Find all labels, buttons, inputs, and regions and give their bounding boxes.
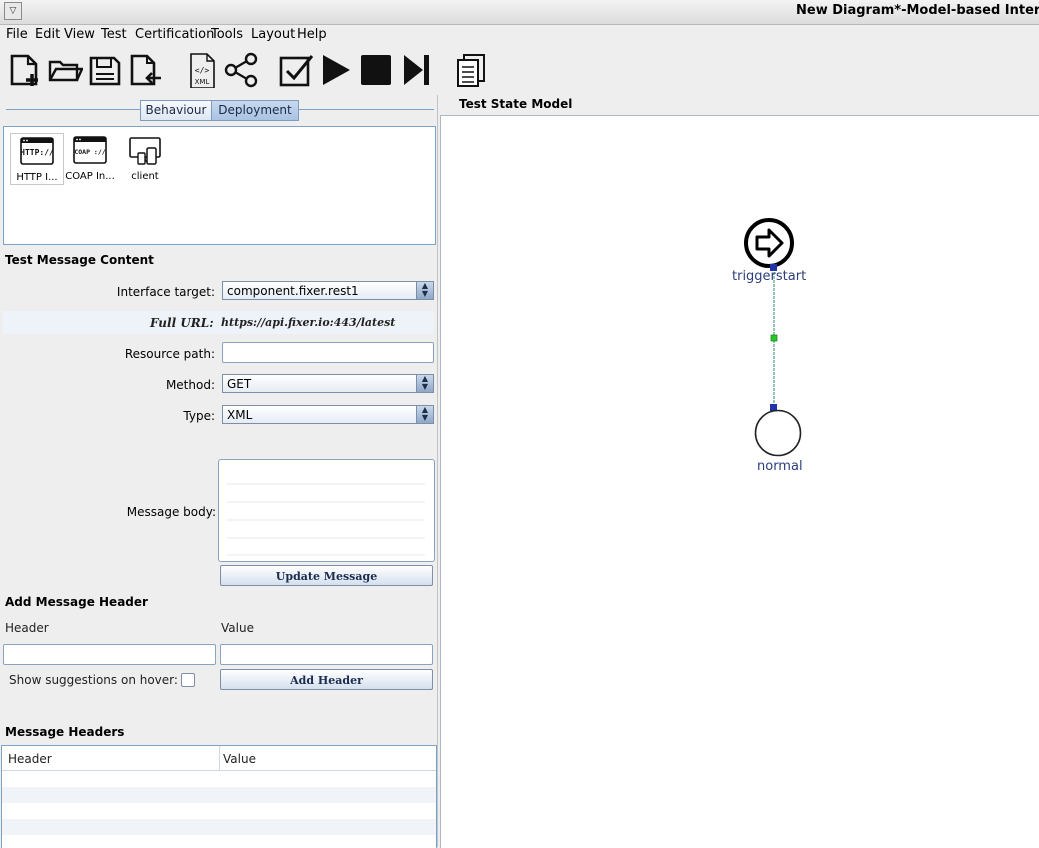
show-suggestions-label: Show suggestions on hover: [9, 673, 178, 687]
method-value: GET [227, 377, 252, 391]
show-suggestions-checkbox[interactable] [181, 673, 195, 687]
resource-path-label: Resource path: [124, 347, 215, 361]
http-browser-icon: HTTP:// [20, 136, 54, 168]
interface-target-value: component.fixer.rest1 [227, 284, 359, 298]
component-palette: HTTP:// HTTP I... COAP :// COAP In... cl… [3, 126, 436, 245]
header-name-input[interactable] [3, 644, 216, 665]
method-label: Method: [165, 378, 215, 392]
menu-tools[interactable]: Tools [211, 27, 243, 42]
menu-file[interactable]: File [6, 27, 28, 42]
svg-text:HTTP://: HTTP:// [20, 148, 54, 157]
section-add-message-header: Add Message Header [5, 595, 148, 609]
step-forward-icon[interactable] [399, 52, 435, 88]
edge-midpoint-handle [770, 334, 778, 342]
title-bar: ▽ New Diagram*-Model-based Interopera [0, 0, 1039, 25]
header-value-input[interactable] [220, 644, 433, 665]
update-message-button[interactable]: Update Message [220, 565, 433, 586]
coap-browser-icon: COAP :// [73, 135, 107, 167]
table-column-value[interactable]: Value [223, 752, 256, 766]
client-devices-icon [128, 135, 162, 167]
copy-report-icon[interactable] [453, 52, 489, 88]
node-label-triggerstart[interactable]: triggerstart [732, 269, 806, 284]
normal-end-node [754, 409, 802, 457]
palette-item-label: HTTP I... [16, 172, 58, 183]
menu-test[interactable]: Test [101, 27, 127, 42]
tab-behaviour[interactable]: Behaviour [140, 100, 212, 121]
full-url-label: Full URL: [150, 316, 214, 330]
diagram-title: Test State Model [459, 97, 573, 111]
palette-item-coap-interface[interactable]: COAP :// COAP In... [64, 135, 116, 182]
check-icon[interactable] [278, 52, 314, 88]
node-label-normal[interactable]: normal [757, 459, 803, 474]
message-body-textarea[interactable] [218, 459, 435, 562]
svg-text:COAP ://: COAP :// [74, 148, 105, 156]
column-divider [219, 746, 220, 770]
table-row-stripe [2, 819, 436, 835]
export-icon[interactable] [127, 52, 163, 88]
full-url-value: https://api.fixer.io:443/latest [221, 316, 396, 329]
message-headers-table[interactable]: Header Value [1, 745, 437, 848]
add-header-button[interactable]: Add Header [220, 669, 433, 690]
message-body-label: Message body: [126, 505, 216, 519]
section-message-headers: Message Headers [5, 725, 125, 739]
type-value: XML [227, 408, 253, 422]
toolbar: </> XML [0, 46, 1039, 94]
type-label: Type: [183, 409, 215, 423]
xml-icon[interactable]: </> XML [184, 52, 220, 89]
menu-certification[interactable]: Certification [135, 27, 214, 42]
chevron-updown-icon: ▲ ▼ [416, 282, 433, 299]
header-column-label: Header [5, 621, 49, 635]
palette-item-label: client [131, 171, 159, 182]
window-title: New Diagram*-Model-based Interopera [796, 3, 1039, 18]
interface-target-select[interactable]: component.fixer.rest1 ▲ ▼ [222, 281, 434, 300]
section-test-message-content: Test Message Content [5, 253, 154, 267]
palette-item-client[interactable]: client [119, 135, 171, 182]
share-graph-icon[interactable] [223, 52, 259, 88]
tab-deployment[interactable]: Deployment [211, 100, 299, 121]
palette-item-http-interface[interactable]: HTTP:// HTTP I... [10, 133, 64, 185]
menu-help[interactable]: Help [297, 27, 327, 42]
menu-edit[interactable]: Edit [35, 27, 60, 42]
open-folder-icon[interactable] [47, 52, 84, 88]
state-model-graph [744, 218, 802, 457]
value-column-label: Value [221, 621, 254, 635]
split-pane-divider[interactable] [437, 95, 438, 847]
type-select[interactable]: XML ▲ ▼ [222, 405, 434, 424]
chevron-updown-icon: ▲ ▼ [416, 375, 433, 392]
play-icon[interactable] [318, 52, 354, 88]
palette-item-label: COAP In... [65, 171, 115, 182]
stop-icon[interactable] [358, 52, 394, 88]
resource-path-input[interactable] [222, 342, 434, 363]
save-icon[interactable] [87, 52, 123, 88]
svg-text:</>: </> [195, 66, 210, 75]
menu-bar: File Edit View Test Certification Tools … [0, 25, 1039, 45]
window-menu-icon[interactable]: ▽ [4, 2, 22, 20]
method-select[interactable]: GET ▲ ▼ [222, 374, 434, 393]
chevron-updown-icon: ▲ ▼ [416, 406, 433, 423]
trigger-start-node [744, 218, 794, 268]
menu-layout[interactable]: Layout [251, 27, 295, 42]
table-row-stripe [2, 787, 436, 803]
diagram-canvas[interactable]: triggerstart normal [440, 115, 1039, 848]
message-body-lines [227, 483, 425, 556]
table-column-header[interactable]: Header [8, 752, 52, 766]
new-file-icon[interactable] [8, 52, 44, 88]
interface-target-label: Interface target: [116, 285, 215, 299]
menu-view[interactable]: View [64, 27, 95, 42]
table-header-row: Header Value [2, 746, 436, 771]
svg-text:XML: XML [195, 78, 210, 86]
